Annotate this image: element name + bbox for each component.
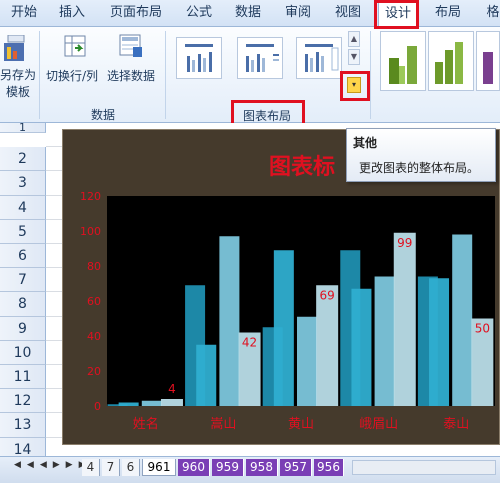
data-label: 69 xyxy=(320,288,335,302)
row-header[interactable]: 13 xyxy=(0,413,46,438)
tooltip-title: 其他 xyxy=(353,136,378,150)
chart-style-green-icon xyxy=(435,42,463,84)
chart-bar xyxy=(316,285,339,406)
y-tick-label: 40 xyxy=(87,330,101,343)
chart-style-option-2[interactable] xyxy=(428,31,474,91)
chart-bar xyxy=(141,400,162,406)
y-tick-label: 120 xyxy=(80,190,101,203)
save-template-label-1: 另存为 xyxy=(0,68,36,82)
sheet-tab[interactable]: 959 xyxy=(212,459,244,476)
row-header[interactable]: 4 xyxy=(0,195,46,220)
ribbon-separator xyxy=(370,31,371,119)
switch-row-col-icon xyxy=(64,35,86,57)
x-tick-label: 峨眉山 xyxy=(359,417,398,432)
sheet-tab[interactable]: 4 xyxy=(82,459,100,476)
tab-review[interactable]: 审阅 xyxy=(276,0,320,27)
select-data-icon xyxy=(119,34,142,57)
chart-style-option-1[interactable] xyxy=(380,31,426,91)
save-template-icon xyxy=(4,35,25,61)
tab-home[interactable]: 开始 xyxy=(0,0,48,27)
row-header[interactable]: 8 xyxy=(0,292,46,317)
tab-design[interactable]: 设计 xyxy=(378,0,418,28)
sheet-tab[interactable]: 6 xyxy=(122,459,140,476)
chart-layout-option-1[interactable] xyxy=(176,37,222,79)
chart-bar xyxy=(429,278,450,406)
tab-layout[interactable]: 布局 xyxy=(428,0,468,27)
row-header[interactable]: 1 xyxy=(0,122,46,133)
sheet-tab[interactable]: 957 xyxy=(280,459,312,476)
tab-insert[interactable]: 插入 xyxy=(50,0,94,27)
y-tick-label: 60 xyxy=(87,295,101,308)
tab-view[interactable]: 视图 xyxy=(326,0,370,27)
ribbon-panel: 另存为 模板 切换行/列 选择数据 数据 ▲ ▼ ▾ 图表布局 xyxy=(0,27,500,123)
data-label: 50 xyxy=(475,322,490,336)
save-template-label-2: 模板 xyxy=(5,85,30,99)
row-header[interactable]: 9 xyxy=(0,316,46,341)
x-tick-label: 黄山 xyxy=(288,417,314,432)
select-data-button[interactable]: 选择数据 xyxy=(107,67,155,84)
x-tick-label: 嵩山 xyxy=(210,417,236,432)
group-chart-layout-label: 图表布局 xyxy=(243,109,292,123)
chart-bar xyxy=(452,234,473,406)
x-tick-label: 泰山 xyxy=(443,417,469,432)
row-header[interactable]: 11 xyxy=(0,365,46,390)
horizontal-scrollbar[interactable] xyxy=(352,460,496,475)
y-tick-label: 80 xyxy=(87,260,101,273)
row-header[interactable]: 10 xyxy=(0,340,46,365)
save-template-button[interactable]: 另存为 模板 xyxy=(0,67,38,101)
chart-bar xyxy=(160,399,183,406)
sheet-tab[interactable]: 958 xyxy=(246,459,278,476)
y-tick-label: 20 xyxy=(87,365,101,378)
chart-bar xyxy=(219,236,240,406)
gallery-more-button[interactable]: ▾ xyxy=(347,77,361,93)
data-label: 99 xyxy=(397,236,412,250)
gallery-scroll-up-button[interactable]: ▲ xyxy=(348,31,360,47)
chart-layout-option-2[interactable] xyxy=(237,37,283,79)
chart-style-green-icon xyxy=(389,46,417,84)
tab-format[interactable]: 格 xyxy=(478,0,500,27)
x-tick-label: 姓名 xyxy=(133,416,159,432)
chart-bar xyxy=(393,232,416,406)
row-header[interactable]: 3 xyxy=(0,171,46,196)
sheet-tab-bar: ◀◀◀▶▶▶ 4 7 6 961 960 959 958 957 956 xyxy=(0,456,500,483)
chart-bar xyxy=(118,402,139,406)
row-header[interactable]: 12 xyxy=(0,389,46,414)
chart-bar xyxy=(374,276,395,406)
chart-bar xyxy=(351,288,372,406)
row-header[interactable]: 5 xyxy=(0,219,46,244)
row-header[interactable]: 6 xyxy=(0,244,46,269)
tab-page-layout[interactable]: 页面布局 xyxy=(100,0,172,27)
ribbon-separator xyxy=(165,31,166,119)
data-label: 4 xyxy=(168,382,176,396)
chart-style-purple-icon xyxy=(483,52,493,84)
y-tick-label: 100 xyxy=(80,225,101,238)
layout-thumbnail-icon xyxy=(185,44,213,72)
sheet-tab[interactable]: 960 xyxy=(178,459,210,476)
chart-bar xyxy=(273,250,294,406)
sheet-tab[interactable]: 956 xyxy=(314,459,344,476)
chart-style-option-3[interactable] xyxy=(476,31,500,91)
sheet-tab[interactable]: 7 xyxy=(102,459,120,476)
layout-thumbnail-icon xyxy=(305,44,339,72)
gallery-scroll-down-button[interactable]: ▼ xyxy=(348,49,360,65)
chart-title: 图表标 xyxy=(269,154,335,180)
tab-navigation-arrows[interactable]: ◀◀◀▶▶▶ xyxy=(14,460,92,470)
group-data-label: 数据 xyxy=(91,108,116,122)
tooltip-description: 更改图表的整体布局。 xyxy=(359,161,480,175)
chart-layout-option-3[interactable] xyxy=(296,37,342,79)
layout-thumbnail-icon xyxy=(246,44,279,72)
row-header[interactable]: 2 xyxy=(0,147,46,172)
tooltip: 其他 更改图表的整体布局。 xyxy=(346,128,496,182)
tab-formulas[interactable]: 公式 xyxy=(178,0,220,27)
y-tick-label: 0 xyxy=(94,400,101,413)
ribbon-tab-bar: 开始 插入 页面布局 公式 数据 审阅 视图 设计 布局 格 xyxy=(0,0,500,28)
ribbon-separator xyxy=(39,31,40,119)
sheet-tab[interactable]: 961 xyxy=(142,459,176,476)
tab-data[interactable]: 数据 xyxy=(226,0,270,27)
chart-bar xyxy=(196,344,217,406)
switch-row-col-button[interactable]: 切换行/列 xyxy=(46,67,98,84)
data-label: 42 xyxy=(242,336,257,350)
chart-bar xyxy=(297,316,317,406)
row-header[interactable]: 7 xyxy=(0,268,46,293)
